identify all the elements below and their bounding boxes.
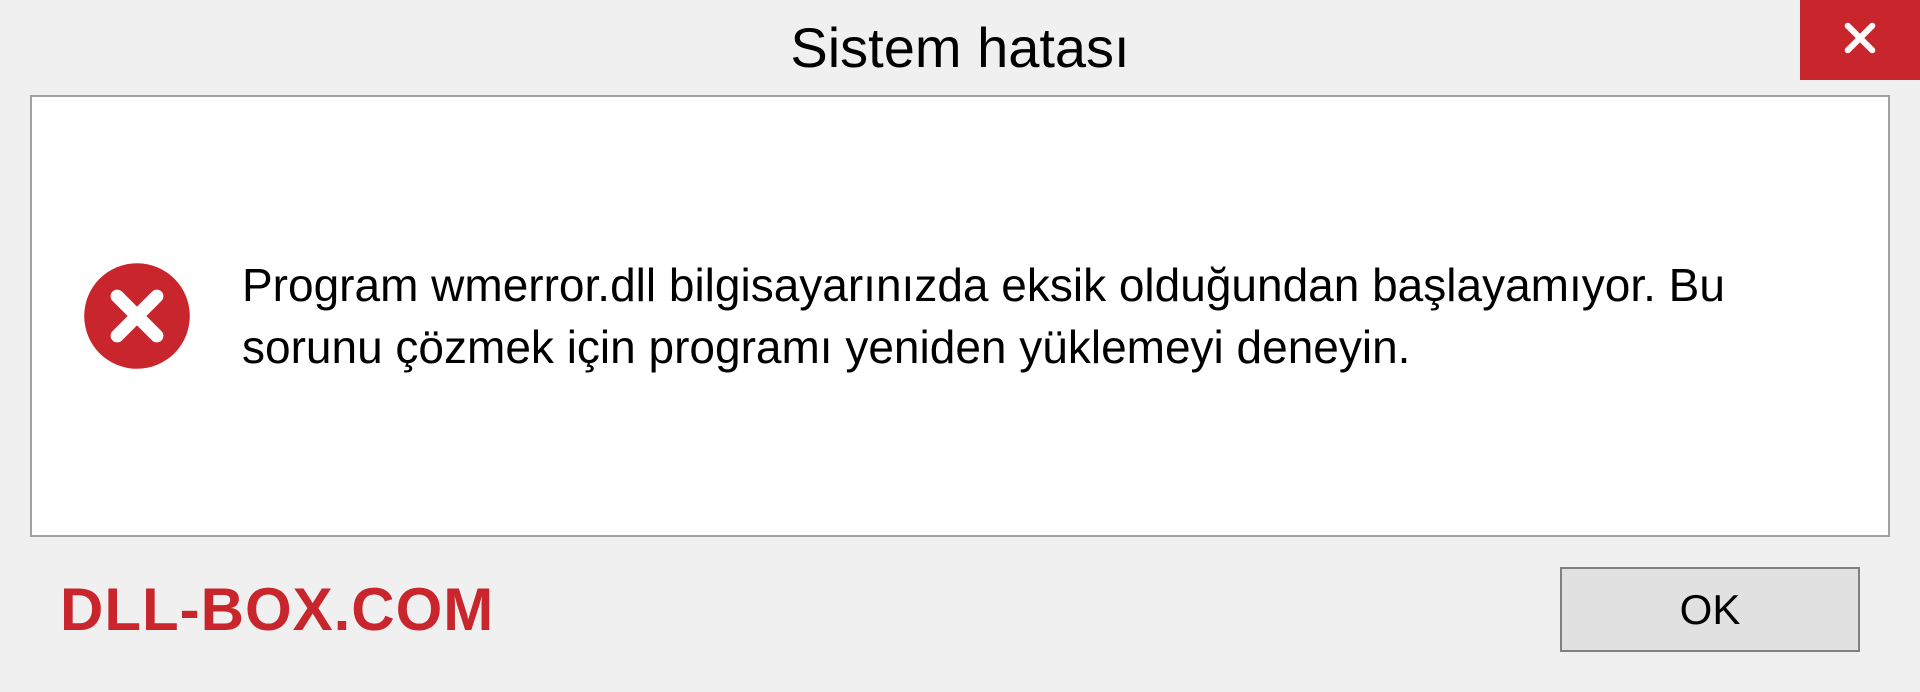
- titlebar: Sistem hatası: [0, 0, 1920, 95]
- close-button[interactable]: [1800, 0, 1920, 80]
- close-icon: [1839, 17, 1881, 64]
- error-icon: [82, 261, 192, 371]
- error-message: Program wmerror.dll bilgisayarınızda eks…: [242, 254, 1838, 378]
- ok-button[interactable]: OK: [1560, 567, 1860, 652]
- dialog-title: Sistem hatası: [790, 15, 1129, 80]
- content-panel: Program wmerror.dll bilgisayarınızda eks…: [30, 95, 1890, 537]
- watermark-text: DLL-BOX.COM: [60, 575, 494, 644]
- dialog-footer: DLL-BOX.COM OK: [0, 537, 1920, 692]
- error-dialog: Sistem hatası Program wmerror.dll bilgis…: [0, 0, 1920, 692]
